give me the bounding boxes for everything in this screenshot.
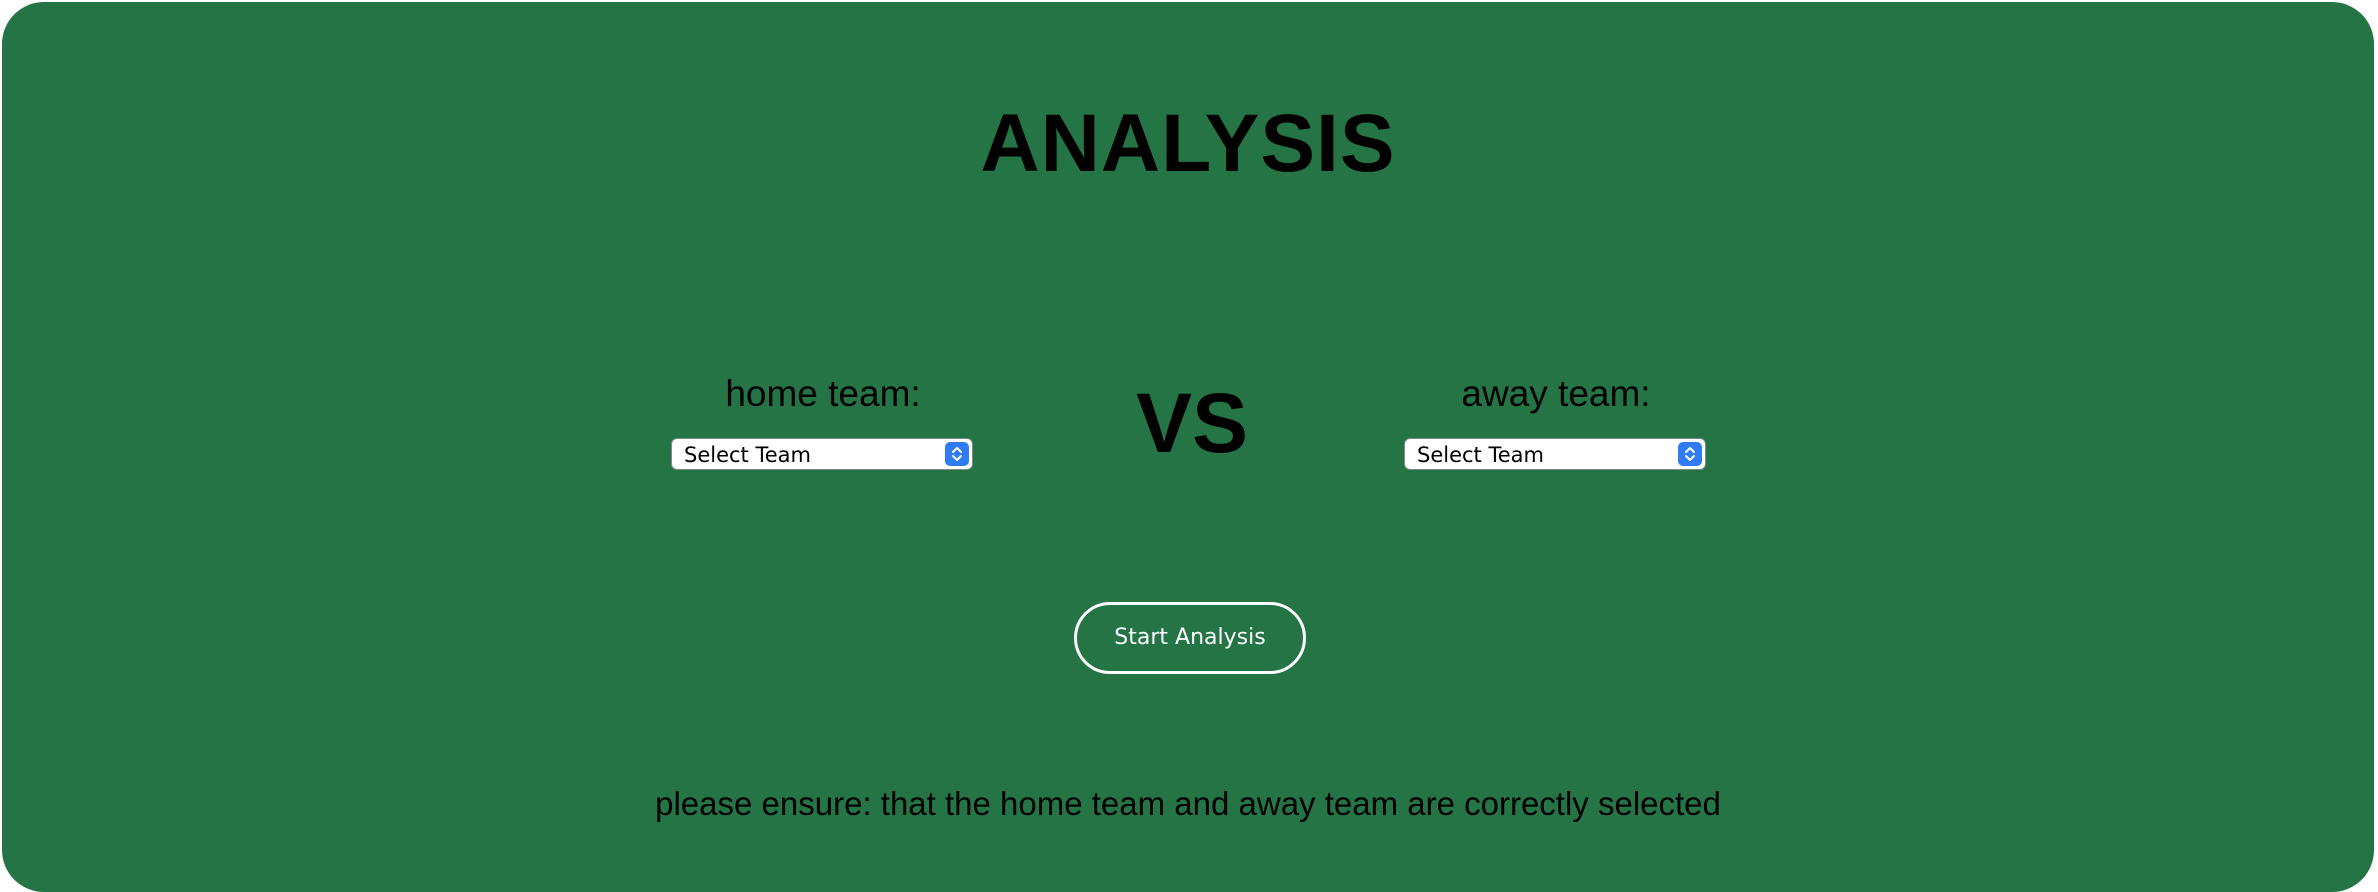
- away-team-label: away team:: [1461, 373, 1651, 414]
- home-team-select-value: Select Team: [684, 443, 811, 467]
- away-team-select-value: Select Team: [1417, 443, 1544, 467]
- away-team-select[interactable]: Select Team: [1404, 438, 1706, 470]
- home-team-label: home team:: [725, 373, 921, 414]
- page-title: ANALYSIS: [980, 98, 1396, 189]
- chevron-up-down-icon: [1678, 442, 1702, 466]
- home-team-section: home team: Select Team: [671, 366, 975, 470]
- home-team-select[interactable]: Select Team: [671, 438, 973, 470]
- analysis-panel: ANALYSIS home team: Select Team VS away …: [2, 2, 2374, 892]
- away-team-section: away team: Select Team: [1404, 366, 1708, 470]
- vs-text: VS: [1135, 376, 1249, 470]
- start-analysis-button[interactable]: Start Analysis: [1074, 602, 1306, 674]
- selection-note: please ensure: that the home team and aw…: [655, 785, 1721, 822]
- chevron-up-down-icon: [945, 442, 969, 466]
